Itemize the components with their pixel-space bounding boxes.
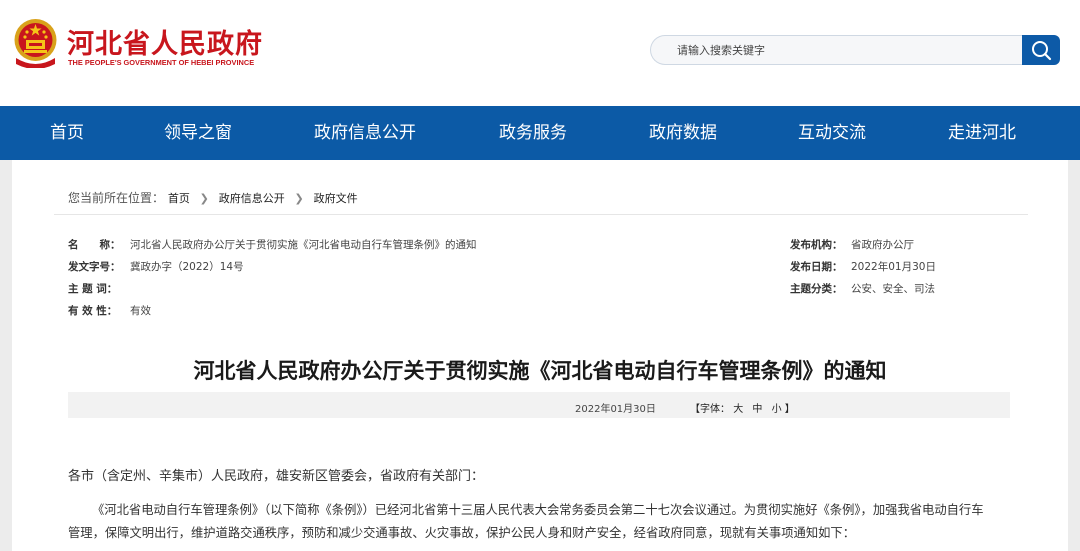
nav-item-about-hebei[interactable]: 走进河北 [948,106,1016,160]
nav-item-interaction[interactable]: 互动交流 [798,106,866,160]
document-title: 河北省人民政府办公厅关于贯彻实施《河北省电动自行车管理条例》的通知 [193,358,887,383]
meta-date-label: 发布日期： [790,261,843,273]
search-box [650,35,1024,65]
search-input[interactable] [677,36,1007,64]
meta-subject-label: 主 题 词： [68,283,118,295]
document-paragraph-line: 管理，保障文明出行，维护道路交通秩序，预防和减少交通事故、火灾事故，保护公民人身… [68,526,856,540]
breadcrumb: 您当前所在位置： 首页 ❯ 政府信息公开 ❯ 政府文件 [68,189,358,206]
font-size-prefix: 【字体： [690,404,730,415]
font-size-control: 【字体： 大 中 小 】 [690,400,795,415]
font-size-large-button[interactable]: 大 [733,404,743,415]
document-paragraph-line: 《河北省电动自行车管理条例》（以下简称《条例》）已经河北省第十三届人民代表大会常… [92,503,984,517]
meta-name-label: 名 称： [68,239,121,251]
main-nav: 首页 领导之窗 政府信息公开 政务服务 政府数据 互动交流 走进河北 [0,106,1080,160]
meta-date-value: 2022年01月30日 [851,261,936,273]
meta-validity-label: 有 效 性： [68,305,118,317]
chevron-right-icon: ❯ [294,192,304,205]
meta-validity-value: 有效 [130,305,151,317]
breadcrumb-prefix: 您当前所在位置： [68,191,165,205]
nav-item-services[interactable]: 政务服务 [499,106,567,160]
meta-category-value: 公安、安全、司法 [851,283,935,295]
breadcrumb-divider [54,214,1028,215]
document-salutation: 各市（含定州、辛集市）人民政府，雄安新区管委会，省政府有关部门： [68,469,485,484]
nav-item-leaders[interactable]: 领导之窗 [164,106,232,160]
nav-item-info-disclosure[interactable]: 政府信息公开 [314,106,416,160]
site-header: 河北省人民政府 THE PEOPLE'S GOVERNMENT OF HEBEI… [0,0,1080,106]
search-icon [1032,41,1052,61]
document-date-bar [68,392,1010,418]
font-size-medium-button[interactable]: 中 [752,404,762,415]
meta-category-label: 主题分类： [790,283,843,295]
breadcrumb-gov-docs[interactable]: 政府文件 [314,192,358,205]
nav-item-home[interactable]: 首页 [50,106,84,160]
breadcrumb-info-disclosure[interactable]: 政府信息公开 [219,192,285,205]
meta-docno-label: 发文字号： [68,261,121,273]
site-subtitle: THE PEOPLE'S GOVERNMENT OF HEBEI PROVINC… [68,58,255,67]
nav-item-data[interactable]: 政府数据 [649,106,717,160]
font-size-suffix: 】 [784,404,795,415]
meta-issuer-label: 发布机构： [790,239,843,251]
meta-docno-value: 冀政办字（2022）14号 [130,261,244,273]
chevron-right-icon: ❯ [199,192,209,205]
search-button[interactable] [1022,35,1060,65]
meta-issuer-value: 省政府办公厅 [851,239,914,251]
meta-name-value: 河北省人民政府办公厅关于贯彻实施《河北省电动自行车管理条例》的通知 [130,239,477,251]
site-title[interactable]: 河北省人民政府 [67,22,263,61]
document-date: 2022年01月30日 [575,404,656,415]
breadcrumb-home[interactable]: 首页 [168,192,190,205]
national-emblem-icon[interactable] [12,18,59,68]
font-size-small-button[interactable]: 小 [772,404,782,415]
